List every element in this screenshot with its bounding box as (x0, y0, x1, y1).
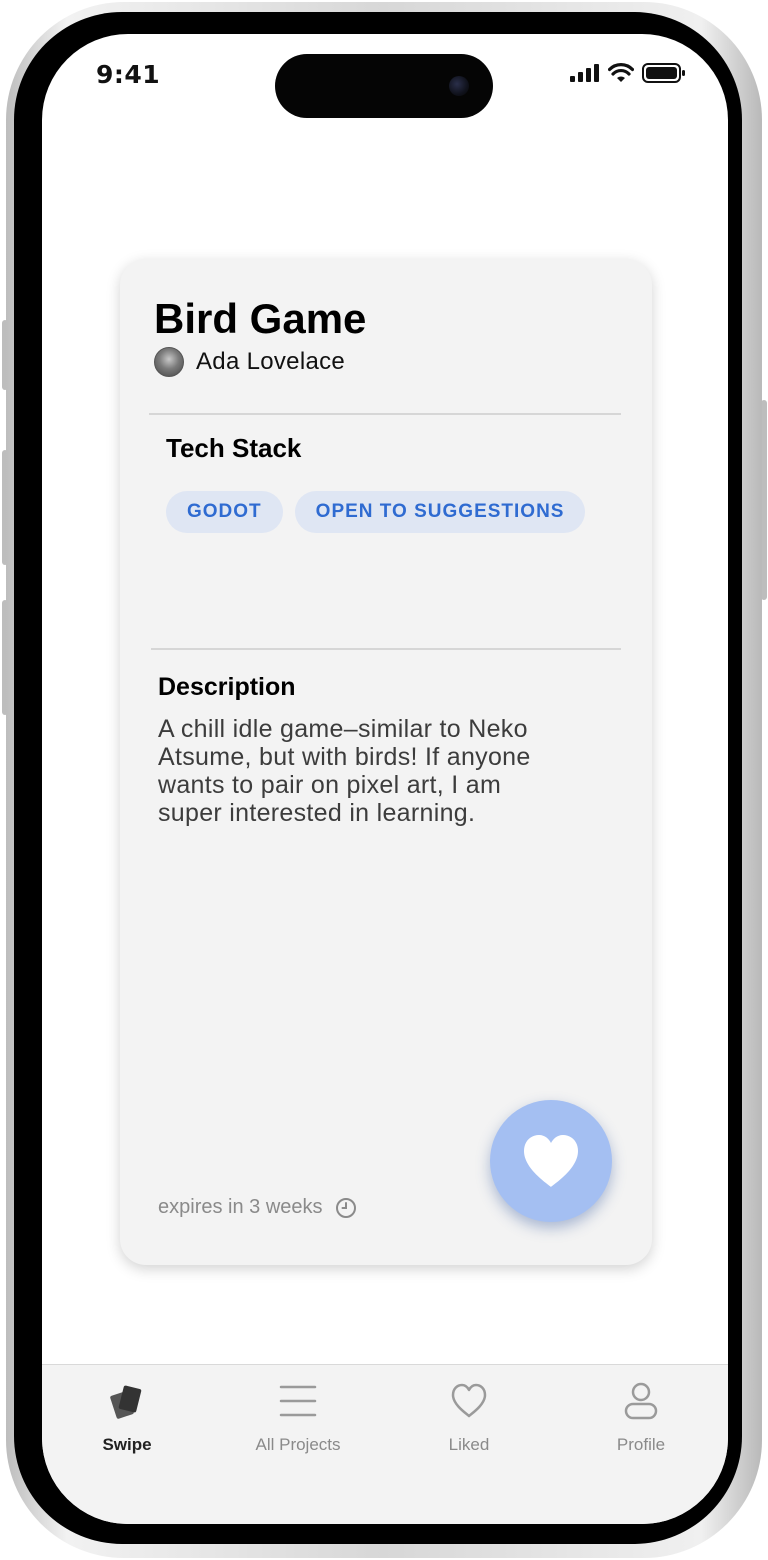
heart-outline-icon (450, 1379, 488, 1423)
status-icons (570, 62, 686, 84)
list-icon (279, 1379, 317, 1423)
description-line: A chill idle game–similar to Neko (158, 715, 528, 743)
tab-all-projects[interactable]: All Projects (223, 1379, 373, 1455)
author-row[interactable]: Ada Lovelace (154, 347, 345, 377)
divider-top (149, 413, 621, 415)
tab-bar: Swipe All Projects Liked Profile (42, 1364, 728, 1524)
clock-icon (335, 1197, 356, 1218)
author-name: Ada Lovelace (196, 348, 346, 375)
divider-middle (151, 648, 621, 650)
description-heading: Description (158, 673, 296, 701)
signal-icon (570, 64, 599, 82)
tab-swipe[interactable]: Swipe (52, 1379, 202, 1455)
tab-label: Swipe (102, 1435, 152, 1454)
tab-label: Profile (616, 1435, 666, 1454)
description-line: super interested in learning. (158, 799, 476, 827)
description-line: wants to pair on pixel art, I am (158, 771, 502, 799)
wifi-icon (608, 63, 634, 82)
tech-stack-heading: Tech Stack (166, 433, 302, 463)
expires-text: expires in 3 weeks (158, 1196, 323, 1218)
tab-profile[interactable]: Profile (566, 1379, 716, 1455)
tag-chip: OPEN TO SUGGESTIONS (294, 491, 586, 533)
tab-label: Liked (448, 1435, 490, 1454)
cards-icon (107, 1379, 147, 1423)
project-card[interactable]: Bird Game Ada Lovelace Tech Stack GODOT … (120, 259, 652, 1265)
description-text: A chill idle game–similar to Neko Atsume… (158, 715, 598, 827)
description-line: Atsume, but with birds! If anyone (158, 743, 531, 771)
tab-liked[interactable]: Liked (394, 1379, 544, 1455)
project-title: Bird Game (154, 295, 367, 342)
like-button[interactable] (490, 1100, 612, 1222)
person-icon (622, 1379, 660, 1423)
tab-label: All Projects (255, 1435, 341, 1454)
status-time: 9:41 (96, 60, 161, 89)
heart-icon (524, 1135, 578, 1187)
avatar (154, 347, 184, 377)
camera-icon (449, 76, 469, 96)
dynamic-island (275, 54, 493, 118)
expires-row: expires in 3 weeks (158, 1196, 357, 1219)
tech-stack-tags: GODOT OPEN TO SUGGESTIONS (166, 491, 586, 533)
tag-chip: GODOT (166, 491, 283, 533)
app-screen: 9:41 Bird Game Ada Lovelace Tech Stack G… (42, 34, 728, 1524)
device-mockup: 9:41 Bird Game Ada Lovelace Tech Stack G… (0, 0, 768, 1560)
battery-icon (642, 63, 685, 83)
